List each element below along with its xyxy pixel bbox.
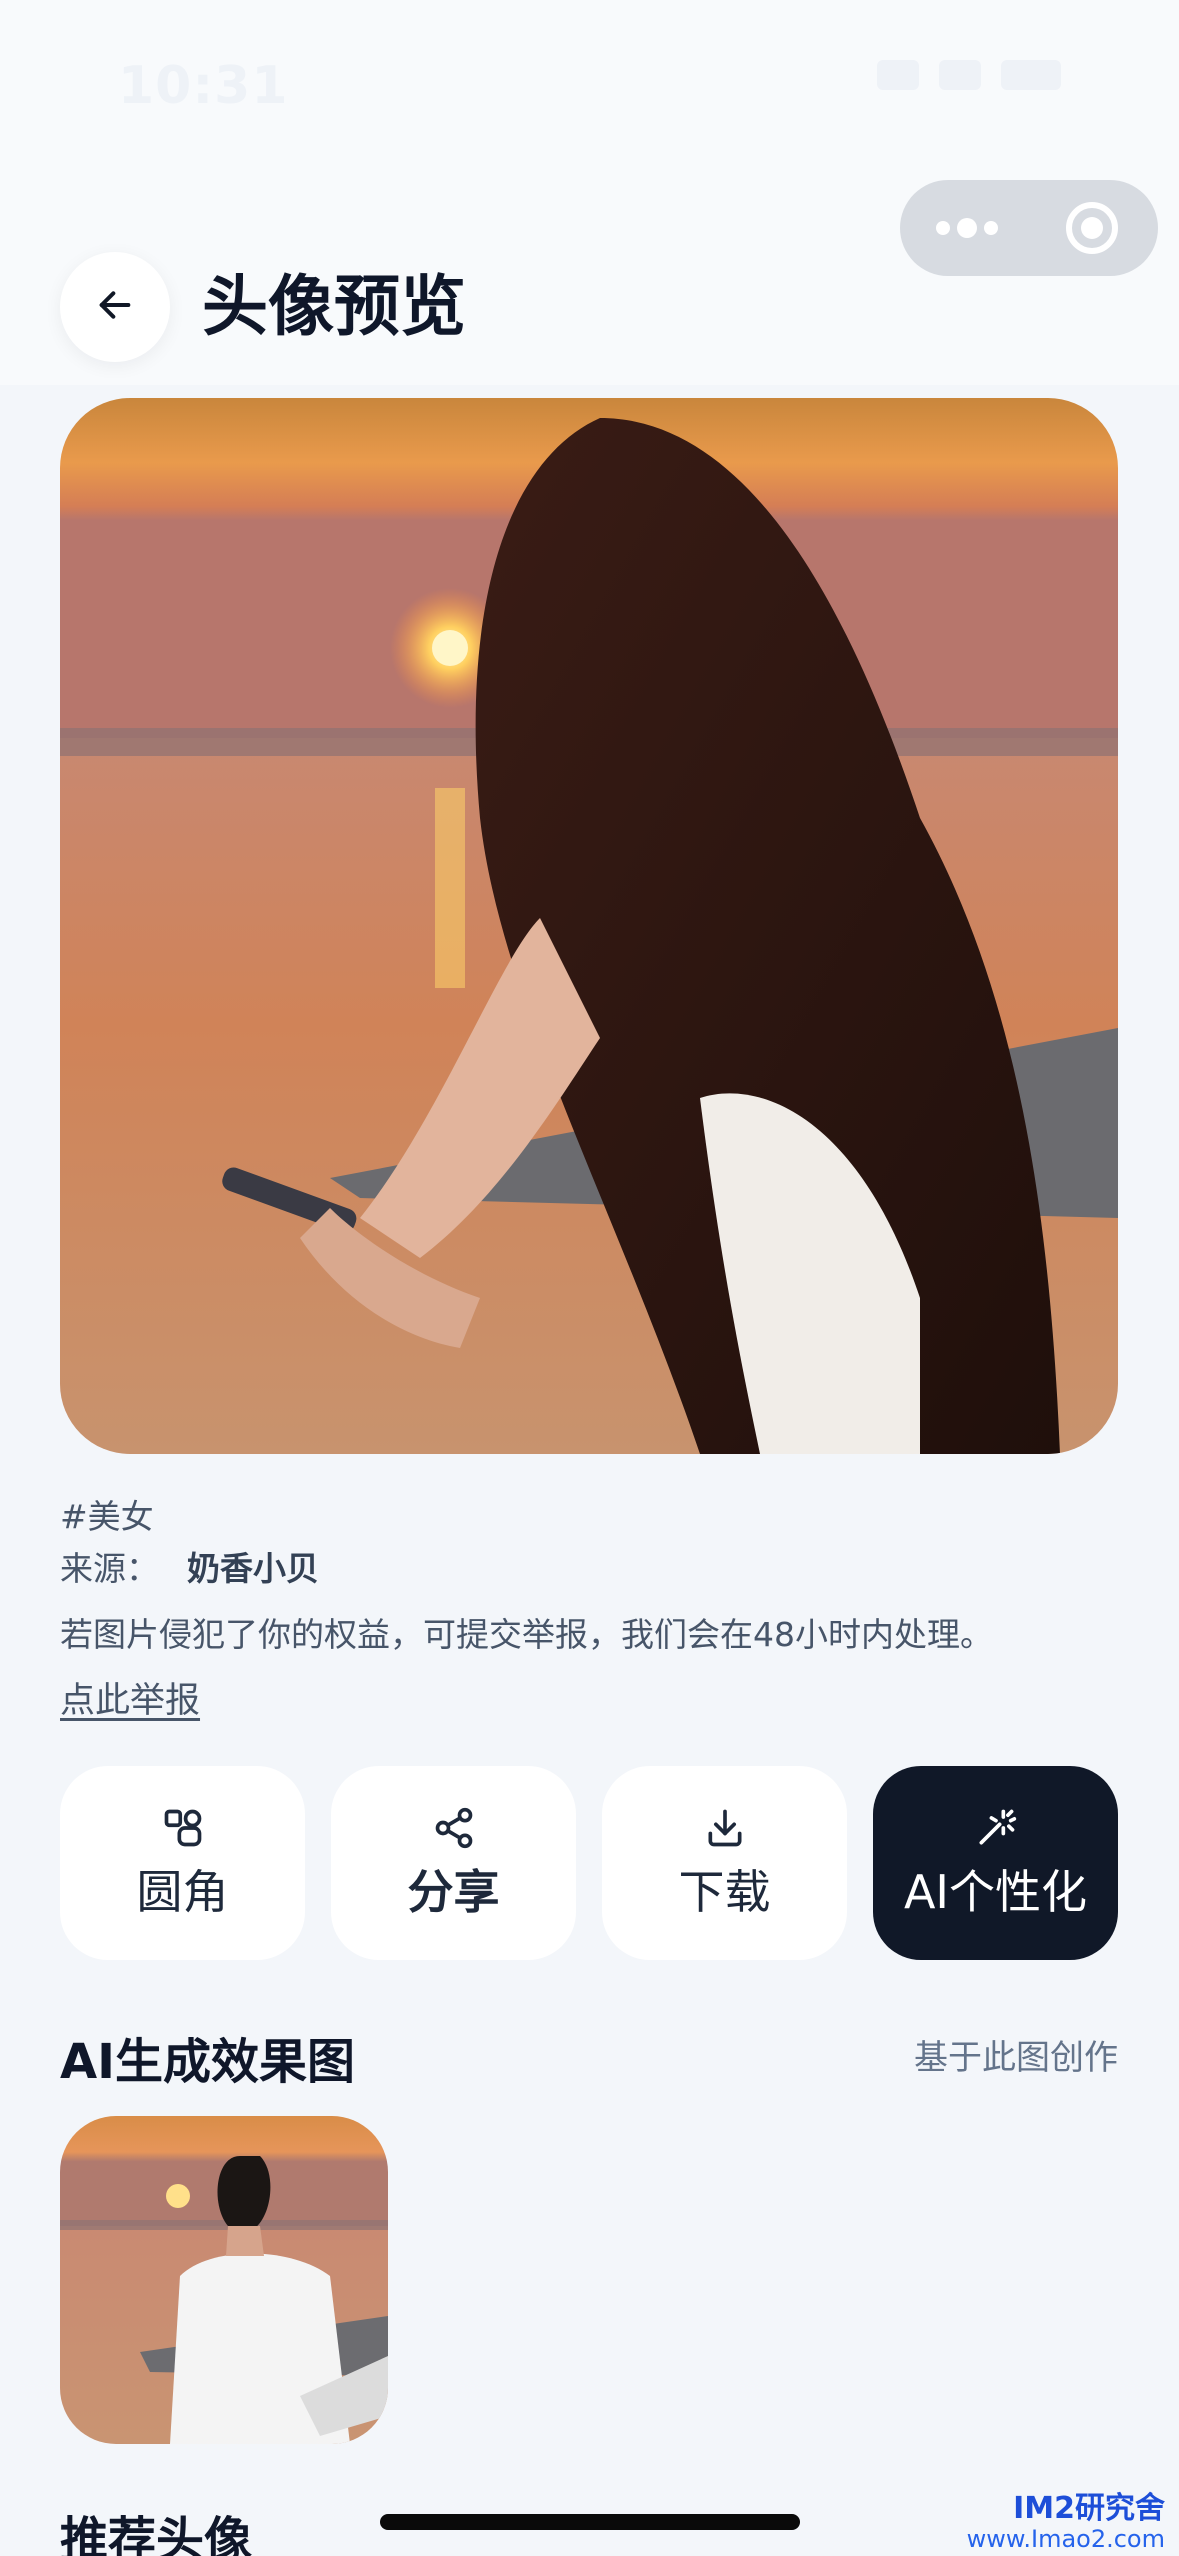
share-icon <box>432 1806 476 1850</box>
source-label: 来源： <box>60 1549 159 1588</box>
ai-personalize-label: AI个性化 <box>903 1865 1088 1919</box>
avatar-tag[interactable]: #美女 <box>60 1490 154 1538</box>
watermark: IM2研究舍 www.Imao2.com <box>967 2494 1165 2554</box>
source-name[interactable]: 奶香小贝 <box>187 1542 319 1590</box>
avatar-preview-image[interactable] <box>60 398 1118 1454</box>
mini-program-capsule <box>900 180 1158 276</box>
close-mini-program-icon[interactable] <box>1066 202 1118 254</box>
recommend-section-title: 推荐头像 <box>60 2512 253 2556</box>
download-label: 下载 <box>678 1865 771 1919</box>
more-icon[interactable] <box>936 180 998 276</box>
page-title: 头像预览 <box>202 268 466 345</box>
magic-wand-icon <box>974 1806 1018 1850</box>
rounded-corner-button[interactable]: 圆角 <box>60 1766 305 1960</box>
watermark-url: www.Imao2.com <box>966 2525 1165 2553</box>
rounded-corner-label: 圆角 <box>136 1865 229 1919</box>
rounded-corner-icon <box>161 1806 205 1850</box>
ai-result-thumbnail[interactable] <box>60 2116 388 2444</box>
create-from-image-link[interactable]: 基于此图创作 <box>914 2030 1118 2079</box>
back-button[interactable] <box>60 252 170 362</box>
screen: 10:31 头像预览 #美女 来源： 奶香小贝 若图片侵犯了你的权益，可提交举报… <box>0 0 1179 2556</box>
action-bar: 圆角 分享 下载 AI个性化 <box>60 1766 1118 1960</box>
status-time: 10:31 <box>118 56 289 116</box>
source-row: 来源： 奶香小贝 <box>60 1542 319 1590</box>
ai-personalize-button[interactable]: AI个性化 <box>873 1766 1118 1960</box>
arrow-left-icon <box>95 285 135 329</box>
signal-icon <box>877 60 919 90</box>
download-button[interactable]: 下载 <box>602 1766 847 1960</box>
share-label: 分享 <box>407 1865 500 1919</box>
battery-icon <box>1001 60 1061 90</box>
watermark-name: IM2研究舍 <box>1013 2491 1165 2526</box>
report-link[interactable]: 点此举报 <box>60 1672 200 1723</box>
copyright-notice: 若图片侵犯了你的权益，可提交举报，我们会在48小时内处理。 <box>60 1615 993 1654</box>
home-indicator[interactable] <box>380 2514 800 2530</box>
ai-section-title: AI生成效果图 <box>60 2034 356 2090</box>
download-icon <box>703 1806 747 1850</box>
wifi-icon <box>939 60 981 90</box>
share-button[interactable]: 分享 <box>331 1766 576 1960</box>
status-icons <box>877 60 1061 90</box>
